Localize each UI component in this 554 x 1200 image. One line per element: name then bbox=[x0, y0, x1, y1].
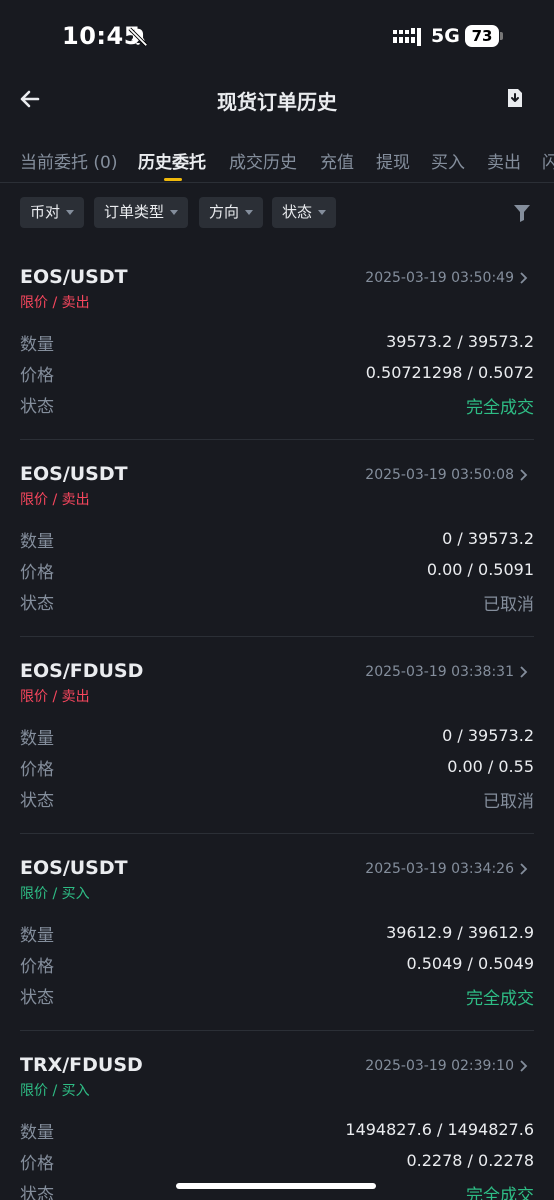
order-pair: TRX/FDUSD bbox=[20, 1054, 143, 1076]
filter-side[interactable]: 方向 bbox=[199, 197, 264, 228]
tab-sell[interactable]: 卖出 bbox=[487, 148, 521, 173]
price-value: 0.50721298 / 0.5072 bbox=[365, 363, 534, 382]
price-label: 价格 bbox=[20, 366, 54, 386]
tab-open-orders[interactable]: 当前委托 (0) bbox=[20, 148, 117, 173]
quantity-value: 0 / 39573.2 bbox=[442, 726, 534, 745]
price-value: 0.00 / 0.5091 bbox=[426, 560, 534, 579]
order-item[interactable]: EOS/USDT 2025-03-19 03:34:26 限价 / 买入 数量 … bbox=[0, 857, 554, 1054]
battery-icon: 73 bbox=[465, 25, 503, 47]
price-label: 价格 bbox=[20, 1154, 54, 1174]
status-value: 完全成交 bbox=[466, 989, 534, 1009]
chevron-right-icon bbox=[520, 1060, 528, 1072]
tab-bar: 当前委托 (0) 历史委托 成交历史 充值 提现 买入 卖出 闪 bbox=[0, 138, 554, 183]
order-pair: EOS/FDUSD bbox=[20, 660, 144, 682]
order-type: 限价 / 买入 bbox=[20, 1083, 90, 1099]
order-pair: EOS/USDT bbox=[20, 857, 128, 879]
price-value: 0.5049 / 0.5049 bbox=[406, 954, 534, 973]
quantity-label: 数量 bbox=[20, 532, 54, 552]
caret-down-icon bbox=[66, 210, 75, 215]
header: 现货订单历史 bbox=[0, 76, 554, 122]
tab-buy[interactable]: 买入 bbox=[431, 148, 465, 173]
divider bbox=[20, 833, 534, 834]
tab-convert[interactable]: 闪 bbox=[542, 148, 554, 173]
status-value: 已取消 bbox=[483, 595, 534, 615]
order-type: 限价 / 卖出 bbox=[20, 492, 90, 508]
status-bar: 10:45 5G 73 bbox=[0, 0, 554, 76]
quantity-label: 数量 bbox=[20, 1123, 54, 1143]
status-label: 状态 bbox=[20, 594, 54, 614]
quantity-label: 数量 bbox=[20, 335, 54, 355]
filter-pair[interactable]: 币对 bbox=[20, 197, 85, 228]
price-value: 0.00 / 0.55 bbox=[447, 757, 534, 776]
order-type: 限价 / 卖出 bbox=[20, 295, 90, 311]
order-time: 2025-03-19 03:38:31 bbox=[365, 664, 514, 680]
divider bbox=[20, 636, 534, 637]
order-time: 2025-03-19 02:39:10 bbox=[365, 1058, 514, 1074]
network-type: 5G bbox=[431, 25, 460, 47]
price-label: 价格 bbox=[20, 957, 54, 977]
chevron-right-icon bbox=[520, 863, 528, 875]
quantity-value: 39573.2 / 39573.2 bbox=[386, 332, 534, 351]
order-item[interactable]: EOS/FDUSD 2025-03-19 03:38:31 限价 / 卖出 数量… bbox=[0, 660, 554, 857]
order-type: 限价 / 买入 bbox=[20, 886, 90, 902]
order-item[interactable]: EOS/USDT 2025-03-19 03:50:49 限价 / 卖出 数量 … bbox=[0, 266, 554, 463]
chevron-right-icon bbox=[520, 469, 528, 481]
bell-muted-icon bbox=[128, 27, 148, 47]
caret-down-icon bbox=[245, 210, 254, 215]
quantity-label: 数量 bbox=[20, 926, 54, 946]
order-pair: EOS/USDT bbox=[20, 463, 128, 485]
price-label: 价格 bbox=[20, 760, 54, 780]
order-pair: EOS/USDT bbox=[20, 266, 128, 288]
divider bbox=[20, 1030, 534, 1031]
order-type: 限价 / 卖出 bbox=[20, 689, 90, 705]
filter-status[interactable]: 状态 bbox=[272, 197, 337, 228]
page-title: 现货订单历史 bbox=[217, 90, 337, 114]
tab-trade-history[interactable]: 成交历史 bbox=[229, 148, 297, 173]
filter-bar: 币对 订单类型 方向 状态 bbox=[0, 197, 554, 229]
status-label: 状态 bbox=[20, 397, 54, 417]
quantity-value: 39612.9 / 39612.9 bbox=[386, 923, 534, 942]
chevron-right-icon bbox=[520, 272, 528, 284]
tab-order-history[interactable]: 历史委托 bbox=[138, 148, 206, 173]
download-icon[interactable] bbox=[504, 87, 526, 109]
status-label: 状态 bbox=[20, 791, 54, 811]
order-time: 2025-03-19 03:34:26 bbox=[365, 861, 514, 877]
tab-deposit[interactable]: 充值 bbox=[320, 148, 354, 173]
price-value: 0.2278 / 0.2278 bbox=[406, 1151, 534, 1170]
active-tab-indicator bbox=[164, 178, 182, 181]
filter-order-type[interactable]: 订单类型 bbox=[94, 197, 189, 228]
quantity-label: 数量 bbox=[20, 729, 54, 749]
tab-withdraw[interactable]: 提现 bbox=[376, 148, 410, 173]
quantity-value: 0 / 39573.2 bbox=[442, 529, 534, 548]
funnel-icon[interactable] bbox=[512, 203, 532, 223]
status-label: 状态 bbox=[20, 988, 54, 1008]
order-time: 2025-03-19 03:50:49 bbox=[365, 270, 514, 286]
status-value: 完全成交 bbox=[466, 398, 534, 418]
home-indicator[interactable] bbox=[176, 1183, 376, 1189]
status-value: 已取消 bbox=[483, 792, 534, 812]
quantity-value: 1494827.6 / 1494827.6 bbox=[345, 1120, 534, 1139]
caret-down-icon bbox=[170, 210, 179, 215]
status-label: 状态 bbox=[20, 1185, 54, 1200]
order-time: 2025-03-19 03:50:08 bbox=[365, 467, 514, 483]
caret-down-icon bbox=[318, 210, 327, 215]
chevron-right-icon bbox=[520, 666, 528, 678]
order-item[interactable]: EOS/USDT 2025-03-19 03:50:08 限价 / 卖出 数量 … bbox=[0, 463, 554, 660]
status-value: 完全成交 bbox=[466, 1186, 534, 1200]
price-label: 价格 bbox=[20, 563, 54, 583]
signal-icon bbox=[393, 28, 421, 46]
divider bbox=[20, 439, 534, 440]
order-item[interactable]: TRX/FDUSD 2025-03-19 02:39:10 限价 / 买入 数量… bbox=[0, 1054, 554, 1200]
battery-level: 73 bbox=[465, 25, 499, 47]
